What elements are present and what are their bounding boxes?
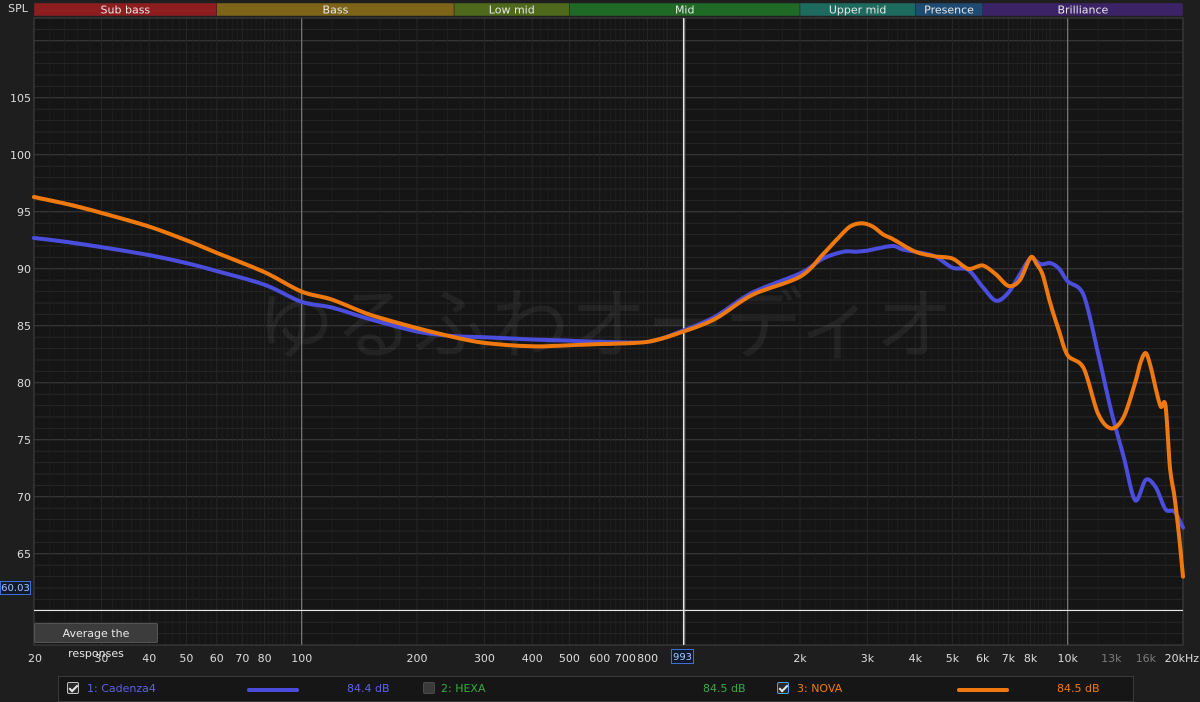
frequency-response-chart[interactable]: Sub bass Bass Low mid Mid Upper mid Presence B… (0, 0, 1200, 702)
x-tick-label: 40 (142, 652, 156, 665)
cadenza4-swatch (247, 688, 299, 692)
y-tick-label: 80 (17, 377, 31, 390)
x-tick-label: 2k (793, 652, 807, 665)
y-axis-title: SPL (8, 2, 29, 15)
x-tick-label: 20 (28, 652, 42, 665)
x-tick-label: 4k (909, 652, 923, 665)
hexa-checkbox[interactable] (423, 682, 435, 694)
average-responses-button[interactable]: Average the responses (34, 623, 158, 660)
x-tick-label: 8k (1024, 652, 1038, 665)
y-tick-label: 85 (17, 320, 31, 333)
x-tick-label: 100 (291, 652, 312, 665)
x-tick-label: 13k (1101, 652, 1122, 665)
cadenza4-checkbox[interactable] (67, 682, 79, 694)
y-tick-label: 95 (17, 206, 31, 219)
y-tick-label: 100 (10, 149, 31, 162)
x-tick-label: 10k (1058, 652, 1079, 665)
x-tick-label: 800 (637, 652, 658, 665)
band-label-3: Mid (675, 4, 695, 17)
y-tick-label: 90 (17, 263, 31, 276)
x-tick-label: 70 (235, 652, 249, 665)
cadenza4-value: 84.4 dB (347, 682, 390, 695)
x-tick-label: 50 (179, 652, 193, 665)
nova-checkbox[interactable] (777, 682, 789, 694)
cadenza4-name: 1: Cadenza4 (87, 682, 156, 695)
watermark-text: ゆるふわオーディオ (257, 281, 954, 371)
nova-value: 84.5 dB (1057, 682, 1100, 695)
band-label-0: Sub bass (101, 4, 151, 17)
nova-swatch (957, 688, 1009, 692)
x-tick-label: 6k (976, 652, 990, 665)
x-tick-label: 5k (946, 652, 960, 665)
x-tick-label: 16k (1136, 652, 1157, 665)
legend-bar: 1: Cadenza4 84.4 dB 2: HEXA 84.5 dB 3: N… (58, 676, 1134, 702)
legend-item-nova[interactable]: 3: NOVA 84.5 dB (777, 677, 1127, 701)
hexa-value: 84.5 dB (703, 682, 746, 695)
band-label-4: Upper mid (829, 4, 887, 17)
band-label-6: Brilliance (1057, 4, 1108, 17)
x-tick-label: 60 (210, 652, 224, 665)
y-tick-label: 75 (17, 434, 31, 447)
y-tick-label: 65 (17, 548, 31, 561)
x-tick-label: 20kHz (1165, 652, 1200, 665)
x-tick-label: 300 (474, 652, 495, 665)
x-tick-label: 80 (258, 652, 272, 665)
band-label-2: Low mid (489, 4, 535, 17)
x-tick-label: 7k (1002, 652, 1016, 665)
hexa-name: 2: HEXA (441, 682, 486, 695)
y-tick-label: 70 (17, 491, 31, 504)
legend-item-hexa[interactable]: 2: HEXA 84.5 dB (423, 677, 773, 701)
y-tick-label: 105 (10, 92, 31, 105)
x-tick-label: 500 (559, 652, 580, 665)
legend-item-cadenza4[interactable]: 1: Cadenza4 84.4 dB (67, 677, 427, 701)
band-label-1: Bass (323, 4, 349, 17)
band-label-5: Presence (924, 4, 974, 17)
cursor-y-readout: 60.03 (0, 581, 31, 595)
x-tick-label: 700 (615, 652, 636, 665)
nova-name: 3: NOVA (797, 682, 843, 695)
x-tick-label: 600 (589, 652, 610, 665)
x-tick-label: 200 (407, 652, 428, 665)
x-tick-label: 400 (522, 652, 543, 665)
cursor-x-readout: 993 (671, 649, 694, 664)
x-tick-label: 3k (861, 652, 875, 665)
